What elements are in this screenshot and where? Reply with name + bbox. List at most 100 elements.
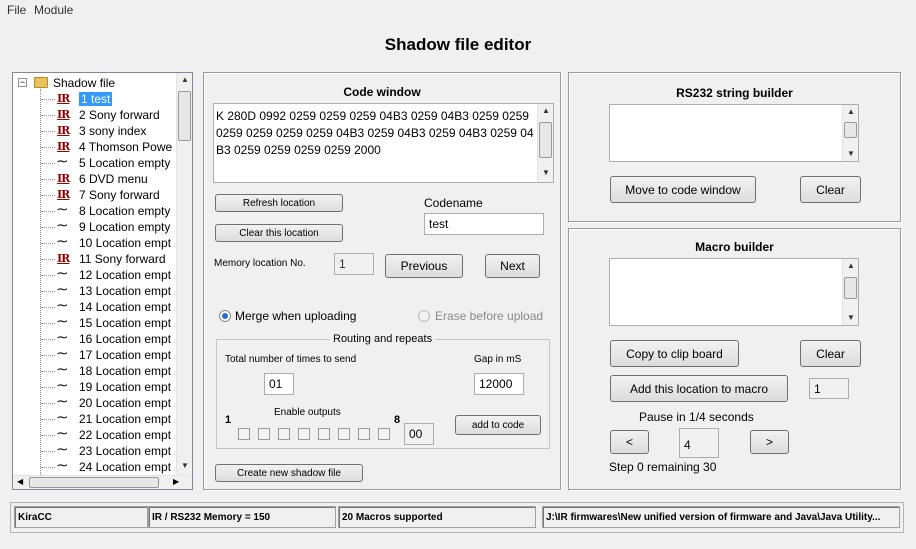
output-checkbox[interactable] xyxy=(318,428,330,440)
scroll-right-icon[interactable]: ▶ xyxy=(173,477,179,486)
scroll-down-icon[interactable]: ▼ xyxy=(847,149,855,158)
code-textarea[interactable]: K 280D 0992 0259 0259 0259 04B3 0259 04B… xyxy=(213,103,554,183)
tree-item[interactable]: IR 1 test xyxy=(13,91,178,107)
scroll-down-icon[interactable]: ▼ xyxy=(847,313,855,322)
create-shadow-file-button[interactable]: Create new shadow file xyxy=(215,464,363,482)
ir-icon: IR xyxy=(57,92,70,105)
tree-item[interactable]: ∼ 14 Location empt xyxy=(13,297,178,315)
tree-item[interactable]: ∼ 8 Location empty xyxy=(13,201,178,219)
status-path: J:\IR firmwares\New unified version of f… xyxy=(542,506,900,528)
tree-branch-line xyxy=(41,147,55,148)
output-checkbox[interactable] xyxy=(238,428,250,440)
output-checkbox[interactable] xyxy=(378,428,390,440)
tree-item[interactable]: IR 11 Sony forward xyxy=(13,251,178,267)
scroll-up-icon[interactable]: ▲ xyxy=(542,106,550,115)
tree-branch-line xyxy=(41,259,55,260)
rs232-textarea[interactable]: ▲ ▼ xyxy=(609,104,859,162)
output-checkbox[interactable] xyxy=(358,428,370,440)
tree-item-label: 13 Location empt xyxy=(79,284,172,298)
tree-item[interactable]: IR 4 Thomson Powe xyxy=(13,139,178,155)
merge-radio[interactable] xyxy=(219,310,231,322)
gap-field[interactable]: 12000 xyxy=(474,373,524,395)
output-checkbox[interactable] xyxy=(278,428,290,440)
pause-value-field[interactable]: 4 xyxy=(679,428,719,458)
pause-increase-button[interactable]: > xyxy=(750,430,789,454)
menu-bar: File Module xyxy=(0,0,916,20)
previous-button[interactable]: Previous xyxy=(385,254,463,278)
add-to-code-button[interactable]: add to code xyxy=(455,415,541,435)
menu-file[interactable]: File xyxy=(7,3,26,17)
pause-decrease-button[interactable]: < xyxy=(610,430,649,454)
tree-item[interactable]: ∼ 21 Location empt xyxy=(13,409,178,427)
tree-item[interactable]: ∼ 19 Location empt xyxy=(13,377,178,395)
scroll-up-icon[interactable]: ▲ xyxy=(847,107,855,116)
tree-item[interactable]: ∼ 13 Location empt xyxy=(13,281,178,299)
merge-label: Merge when uploading xyxy=(235,309,357,323)
output-checkbox[interactable] xyxy=(338,428,350,440)
tree-item[interactable]: ∼ 17 Location empt xyxy=(13,345,178,363)
tree-item[interactable]: ∼ 20 Location empt xyxy=(13,393,178,411)
tree-item-label: 15 Location empt xyxy=(79,316,172,330)
tree-branch-line xyxy=(41,179,55,180)
macro-textarea[interactable]: ▲ ▼ xyxy=(609,258,859,326)
code-scroll-thumb[interactable] xyxy=(539,122,552,158)
rs232-scroll-thumb[interactable] xyxy=(844,122,857,138)
scroll-up-icon[interactable]: ▲ xyxy=(181,75,189,84)
tree-branch-line xyxy=(41,275,55,276)
menu-module[interactable]: Module xyxy=(34,3,73,17)
tree-item[interactable]: ∼ 24 Location empt xyxy=(13,457,178,475)
tree-item[interactable]: IR 3 sony index xyxy=(13,123,178,139)
scroll-left-icon[interactable]: ◀ xyxy=(17,477,23,486)
tree-item[interactable]: ∼ 18 Location empt xyxy=(13,361,178,379)
outputs-value-field[interactable]: 00 xyxy=(404,423,434,445)
tree-item[interactable]: IR 2 Sony forward xyxy=(13,107,178,123)
clear-location-button[interactable]: Clear this location xyxy=(215,224,343,242)
code-window-title: Code window xyxy=(343,85,421,99)
times-field[interactable]: 01 xyxy=(264,373,294,395)
macro-scrollbar[interactable]: ▲ ▼ xyxy=(842,259,858,325)
erase-radio[interactable] xyxy=(418,310,430,322)
tree-item[interactable]: IR 7 Sony forward xyxy=(13,187,178,203)
page-title: Shadow file editor xyxy=(384,35,532,54)
tree-item-label: 20 Location empt xyxy=(79,396,172,410)
tree-item[interactable]: ∼ 23 Location empt xyxy=(13,441,178,459)
copy-to-clipboard-button[interactable]: Copy to clip board xyxy=(610,340,739,367)
folder-icon xyxy=(34,77,48,88)
scroll-up-icon[interactable]: ▲ xyxy=(847,261,855,270)
tree-item-label: 14 Location empt xyxy=(79,300,172,314)
tree-item[interactable]: ∼ 10 Location empt xyxy=(13,233,178,251)
tree-scroll-thumb[interactable] xyxy=(178,91,191,141)
tree-item[interactable]: ∼ 9 Location empty xyxy=(13,217,178,235)
scroll-down-icon[interactable]: ▼ xyxy=(181,461,189,470)
tree-item[interactable]: ∼ 22 Location empt xyxy=(13,425,178,443)
output-checkbox[interactable] xyxy=(298,428,310,440)
macro-clear-button[interactable]: Clear xyxy=(800,340,861,367)
tree-item-label: 21 Location empt xyxy=(79,412,172,426)
tree-item[interactable]: ∼ 12 Location empt xyxy=(13,265,178,283)
tree-item-label: 2 Sony forward xyxy=(79,108,160,122)
move-to-code-window-button[interactable]: Move to code window xyxy=(610,176,756,203)
tree-item-label: 4 Thomson Powe xyxy=(79,140,173,154)
rs232-scrollbar[interactable]: ▲ ▼ xyxy=(842,105,858,161)
code-scrollbar[interactable]: ▲ ▼ xyxy=(537,104,553,182)
add-location-to-macro-button[interactable]: Add this location to macro xyxy=(610,375,788,402)
output-checkbox[interactable] xyxy=(258,428,270,440)
refresh-location-button[interactable]: Refresh location xyxy=(215,194,343,212)
next-button[interactable]: Next xyxy=(485,254,540,278)
memory-location-field[interactable]: 1 xyxy=(334,253,374,275)
tree-item-label: 11 Sony forward xyxy=(79,252,166,266)
scroll-down-icon[interactable]: ▼ xyxy=(542,168,550,177)
tree-item[interactable]: ∼ 16 Location empt xyxy=(13,329,178,347)
macro-scroll-thumb[interactable] xyxy=(844,277,857,299)
codename-field[interactable]: test xyxy=(424,213,544,235)
collapse-icon[interactable]: − xyxy=(18,78,27,87)
macro-location-field[interactable]: 1 xyxy=(809,378,849,399)
rs232-clear-button[interactable]: Clear xyxy=(800,176,861,203)
tree-vertical-scrollbar[interactable]: ▲ ▼ xyxy=(176,73,192,475)
tree-item[interactable]: ∼ 15 Location empt xyxy=(13,313,178,331)
tree-horizontal-scrollbar[interactable]: ◀ ▶ xyxy=(13,475,192,489)
tree-item[interactable]: ∼ 5 Location empty xyxy=(13,153,178,171)
tree-item[interactable]: IR 6 DVD menu xyxy=(13,171,178,187)
rs232-title: RS232 string builder xyxy=(676,86,793,100)
tree-hscroll-thumb[interactable] xyxy=(29,477,159,488)
